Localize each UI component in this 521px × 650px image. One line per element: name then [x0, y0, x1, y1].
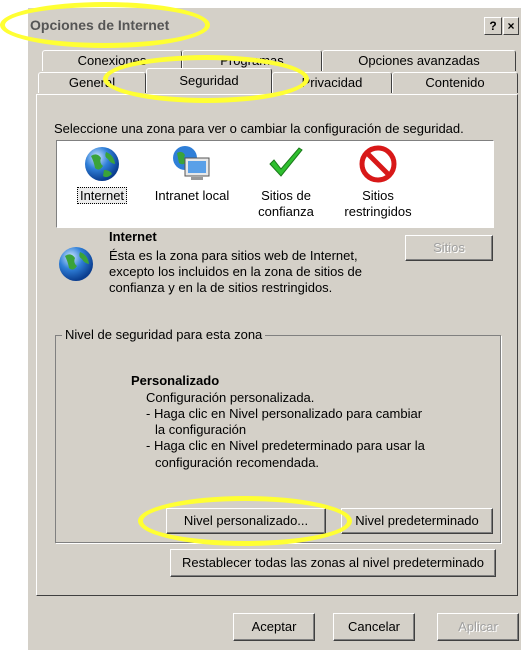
globe-icon [59, 247, 93, 281]
zone-sitios-restringidos[interactable]: Sitios restringidos [338, 144, 418, 220]
annotation-ellipse-title [0, 2, 210, 48]
globe-icon [85, 147, 119, 181]
intranet-monitor-icon [173, 146, 210, 180]
help-button[interactable]: ? [484, 17, 502, 35]
reset-all-zones-button[interactable]: Restablecer todas las zonas al nivel pre… [170, 549, 496, 577]
default-level-button[interactable]: Nivel predeterminado [341, 508, 493, 534]
apply-button[interactable]: Aplicar [437, 613, 519, 641]
zone-internet[interactable]: Internet [62, 144, 142, 204]
checkmark-icon [269, 147, 303, 177]
tab-opciones-avanzadas[interactable]: Opciones avanzadas [322, 50, 516, 71]
security-level-line3: la configuración [155, 422, 247, 437]
forbidden-icon [359, 145, 397, 183]
zone-restringidos-label: Sitios restringidos [344, 188, 412, 219]
security-level-line4: - Haga clic en Nivel predeterminado para… [146, 438, 425, 453]
security-level-title: Personalizado [131, 373, 220, 388]
zone-info-description: Ésta es la zona para sitios web de Inter… [109, 248, 362, 295]
annotation-ellipse-tab [103, 55, 309, 103]
zone-instruction: Seleccione una zona para ver o cambiar l… [54, 121, 464, 136]
close-button[interactable]: × [503, 17, 519, 35]
tab-contenido[interactable]: Contenido [392, 72, 518, 93]
security-level-line5: configuración recomendada. [155, 455, 320, 470]
annotation-ellipse-button [138, 496, 352, 546]
zone-sitios-confianza[interactable]: Sitios de confianza [246, 144, 326, 220]
cancel-button[interactable]: Cancelar [333, 613, 415, 641]
sites-button[interactable]: Sitios [405, 235, 493, 261]
security-level-legend: Nivel de seguridad para esta zona [62, 327, 266, 342]
zone-intranet-local[interactable]: Intranet local [152, 144, 232, 204]
security-level-line2: - Haga clic en Nivel personalizado para … [146, 406, 423, 421]
zone-confianza-label: Sitios de confianza [258, 188, 314, 219]
accept-button[interactable]: Aceptar [233, 613, 315, 641]
zone-internet-label: Internet [76, 187, 128, 204]
zone-info-title: Internet [109, 229, 157, 244]
zone-intranet-label: Intranet local [154, 188, 230, 203]
security-level-line1: Configuración personalizada. [146, 390, 315, 405]
